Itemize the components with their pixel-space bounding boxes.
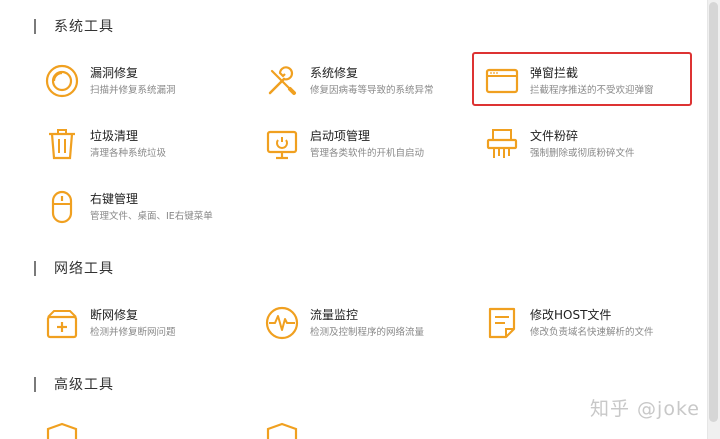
tool-desc: 检测并修复断网问题 (90, 326, 176, 338)
tool-desc: 强制删除或彻底粉碎文件 (530, 147, 635, 159)
plus-box-icon (43, 304, 81, 342)
document-icon (483, 304, 521, 342)
tool-desc: 修改负责域名快速解析的文件 (530, 326, 654, 338)
monitor-power-icon (263, 125, 301, 163)
tool-desc: 管理文件、桌面、IE右键菜单 (90, 210, 213, 222)
tool-desc: 检测及控制程序的网络流量 (310, 326, 425, 338)
tool-vuln-fix[interactable]: 漏洞修复 扫描并修复系统漏洞 (34, 56, 258, 106)
tool-name: 修改HOST文件 (530, 307, 612, 322)
tool-name: 文件粉碎 (530, 128, 579, 143)
pulse-icon (263, 304, 301, 342)
tool-desc: 管理各类软件的开机自启动 (310, 147, 425, 159)
section-divider (34, 18, 36, 34)
highlight-box (472, 52, 692, 106)
section-divider (34, 376, 36, 392)
tool-name: 系统修复 (310, 65, 359, 80)
tool-desc: 扫描并修复系统漏洞 (90, 84, 176, 96)
section-title: 网络工具 (54, 261, 114, 277)
tool-startup-manager[interactable]: 启动项管理 管理各类软件的开机自启动 (254, 119, 478, 169)
tool-name: 断网修复 (90, 307, 139, 322)
wrench-screwdriver-icon (263, 62, 301, 100)
tool-advanced-2[interactable] (254, 414, 478, 439)
tool-network-fix[interactable]: 断网修复 检测并修复断网问题 (34, 298, 258, 348)
shield-icon (263, 420, 301, 439)
tool-traffic-monitor[interactable]: 流量监控 检测及控制程序的网络流量 (254, 298, 478, 348)
tool-name: 漏洞修复 (90, 65, 139, 80)
tool-junk-clean[interactable]: 垃圾清理 清理各种系统垃圾 (34, 119, 258, 169)
section-title: 系统工具 (54, 19, 114, 35)
shredder-icon (483, 125, 521, 163)
shield-icon (43, 420, 81, 439)
tool-system-fix[interactable]: 系统修复 修复因病毒等导致的系统异常 (254, 56, 478, 106)
scrollbar-thumb[interactable] (709, 2, 718, 422)
tool-right-click-manager[interactable]: 右键管理 管理文件、桌面、IE右键菜单 (34, 182, 258, 232)
tool-name: 垃圾清理 (90, 128, 139, 143)
tool-file-shred[interactable]: 文件粉碎 强制删除或彻底粉碎文件 (474, 119, 698, 169)
section-title: 高级工具 (54, 377, 114, 393)
tool-name: 右键管理 (90, 191, 139, 206)
section-header-advanced: 高级工具 (34, 374, 114, 394)
watermark: 知乎 @joke (590, 398, 700, 420)
scrollbar[interactable] (707, 0, 720, 439)
tool-name: 流量监控 (310, 307, 359, 322)
tool-name: 启动项管理 (310, 128, 371, 143)
section-divider (34, 260, 36, 276)
tool-desc: 清理各种系统垃圾 (90, 147, 167, 159)
mouse-icon (43, 188, 81, 226)
section-header-network: 网络工具 (34, 258, 114, 278)
tool-edit-host[interactable]: 修改HOST文件 修改负责域名快速解析的文件 (474, 298, 698, 348)
section-header-system: 系统工具 (34, 16, 114, 36)
ring-icon (43, 62, 81, 100)
tool-desc: 修复因病毒等导致的系统异常 (310, 84, 434, 96)
tool-advanced-1[interactable] (34, 414, 258, 439)
trash-icon (43, 125, 81, 163)
